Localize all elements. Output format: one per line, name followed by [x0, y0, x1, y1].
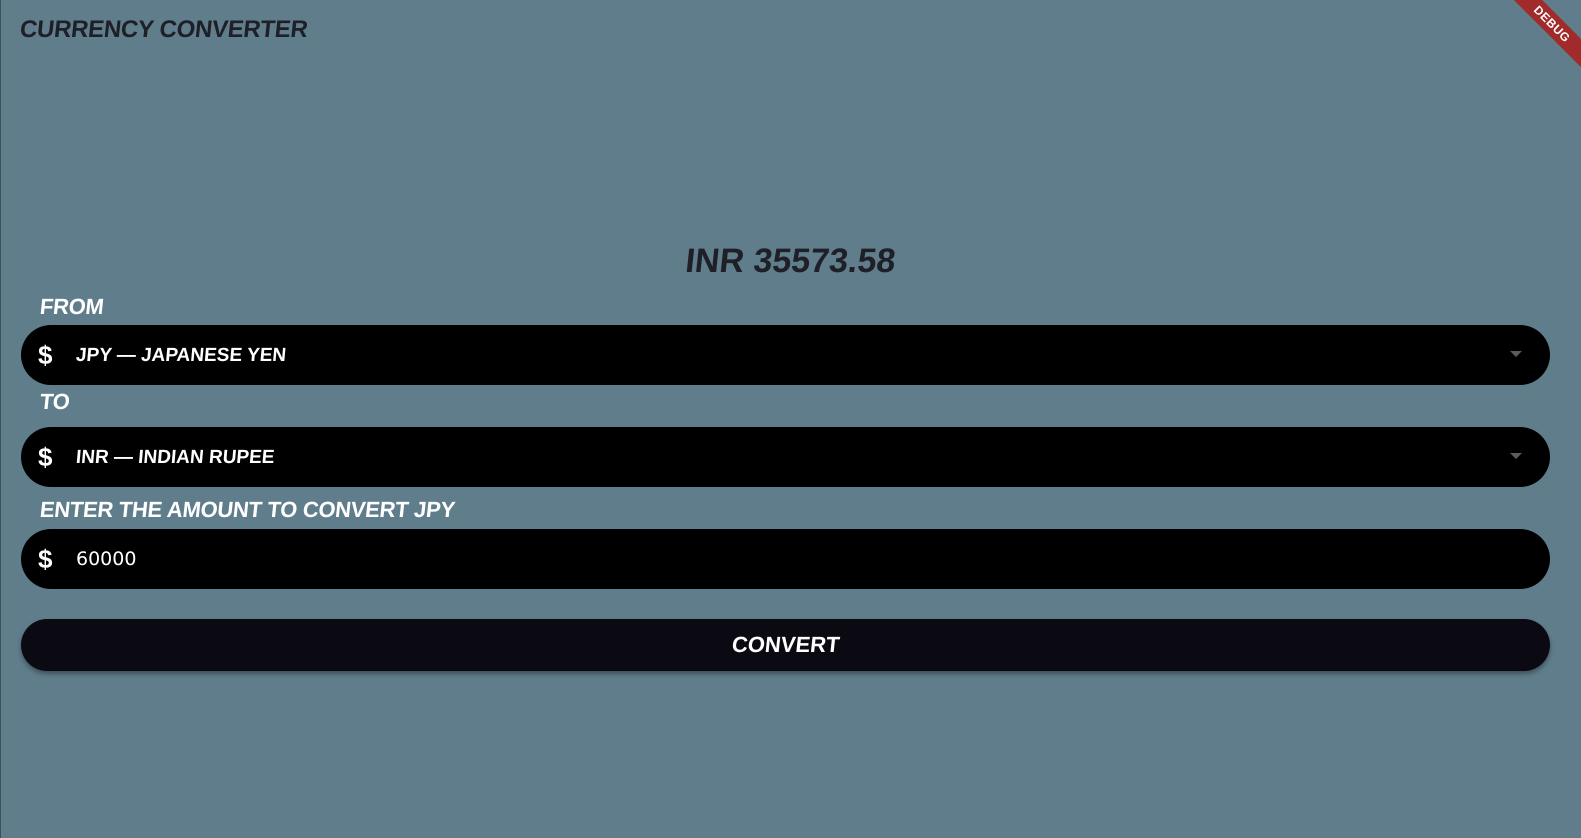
amount-input[interactable]: [76, 529, 1516, 589]
app-title: Currency Converter: [18, 16, 310, 43]
chevron-down-icon[interactable]: [1510, 351, 1522, 357]
amount-label: Enter the amount to convert JPY: [38, 497, 457, 522]
chevron-down-icon[interactable]: [1510, 453, 1522, 459]
convert-button-label: Convert: [730, 632, 841, 657]
debug-banner: DEBUG: [1506, 0, 1581, 70]
dollar-icon: $: [38, 340, 53, 370]
amount-field[interactable]: $: [21, 529, 1550, 589]
dollar-icon: $: [38, 544, 53, 574]
conversion-result: INR 35573.58: [683, 242, 898, 280]
convert-button[interactable]: Convert: [21, 619, 1550, 671]
window-edge: [0, 0, 1, 838]
to-currency-dropdown[interactable]: $ INR — Indian Rupee: [21, 427, 1550, 487]
from-currency-dropdown[interactable]: $ JPY — Japanese Yen: [21, 325, 1550, 385]
from-currency-selected: JPY — Japanese Yen: [75, 345, 288, 366]
to-label: To: [38, 389, 71, 414]
dollar-icon: $: [38, 442, 53, 472]
from-label: From: [38, 294, 105, 319]
to-currency-selected: INR — Indian Rupee: [75, 447, 276, 468]
